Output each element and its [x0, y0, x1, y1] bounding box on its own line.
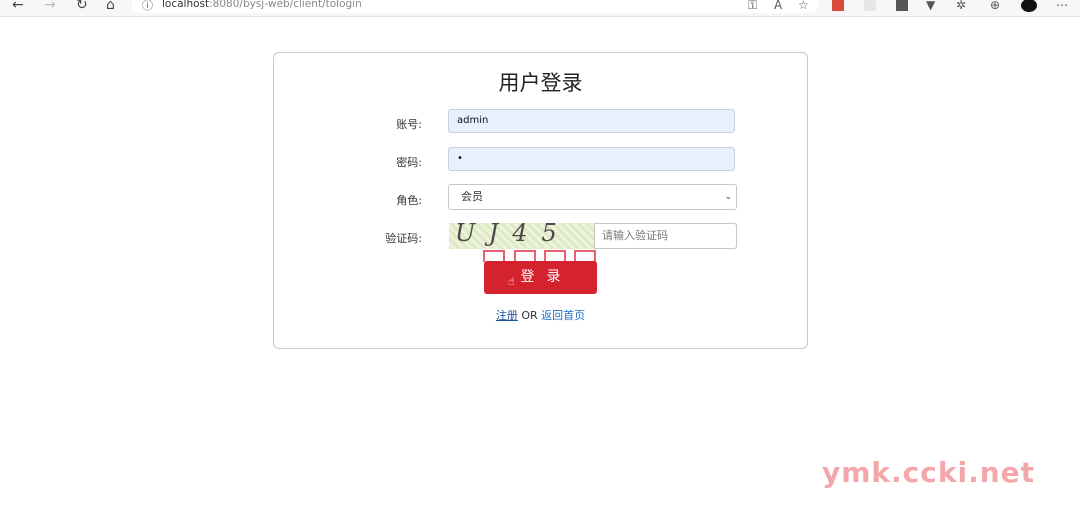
back-home-link[interactable]: 返回首页 [541, 309, 585, 322]
page-title: 用户登录 [498, 71, 583, 95]
key-icon[interactable]: ⚿ [748, 0, 757, 13]
captcha-image[interactable]: UJ45 [449, 223, 594, 249]
extensions-puzzle-icon[interactable]: ✲ [956, 0, 966, 13]
url-path: :8080/bysj-web/client/tologin [209, 0, 362, 10]
extension-pdf-icon[interactable] [832, 0, 844, 11]
home-icon[interactable]: ⌂ [106, 0, 115, 13]
password-label: 密码: [396, 156, 422, 169]
forward-icon[interactable]: → [44, 0, 56, 13]
captcha-input[interactable]: 请输入验证码 [594, 223, 737, 249]
read-aloud-icon[interactable]: A [774, 0, 782, 13]
url-host: localhost [162, 0, 210, 10]
captcha-label: 验证码: [385, 232, 422, 245]
role-label: 角色: [396, 194, 422, 207]
watermark: ymk.ccki.net [822, 456, 1036, 489]
collections-icon[interactable]: ⊕ [990, 0, 1000, 13]
account-label: 账号: [396, 118, 422, 131]
extension-grid-icon[interactable] [896, 0, 908, 11]
extension-blank-icon[interactable] [864, 0, 876, 11]
url-text: localhost:8080/bysj-web/client/tologin [162, 0, 362, 10]
login-card: 用户登录 账号: admin 密码: • 角色: 会员 ⌄ 验证码: UJ45 … [273, 52, 808, 349]
address-bar[interactable]: ⓘ localhost:8080/bysj-web/client/tologin… [132, 0, 818, 13]
account-input[interactable]: admin [448, 109, 735, 133]
extension-arrow-icon[interactable]: ▼ [926, 0, 935, 13]
role-selected-value: 会员 [461, 190, 483, 203]
refresh-icon[interactable]: ↻ [76, 0, 88, 13]
register-link[interactable]: 注册 [496, 309, 518, 322]
captcha-image-text: UJ45 [455, 223, 571, 247]
site-info-icon[interactable]: ⓘ [142, 0, 153, 13]
more-menu-icon[interactable]: ⋯ [1056, 0, 1068, 13]
password-input[interactable]: • [448, 147, 735, 171]
profile-avatar[interactable] [1021, 0, 1037, 12]
role-select[interactable]: 会员 ⌄ [448, 184, 737, 210]
chevron-down-icon: ⌄ [724, 192, 732, 202]
or-text: OR [521, 309, 538, 322]
auth-links: 注册 OR 返回首页 [274, 307, 807, 323]
hand-cursor-icon: ☝ [508, 275, 515, 288]
browser-toolbar: ← → ↻ ⌂ ⓘ localhost:8080/bysj-web/client… [0, 0, 1080, 17]
login-button[interactable]: 登录 [484, 261, 597, 294]
back-icon[interactable]: ← [12, 0, 24, 13]
favorite-icon[interactable]: ☆ [798, 0, 809, 13]
